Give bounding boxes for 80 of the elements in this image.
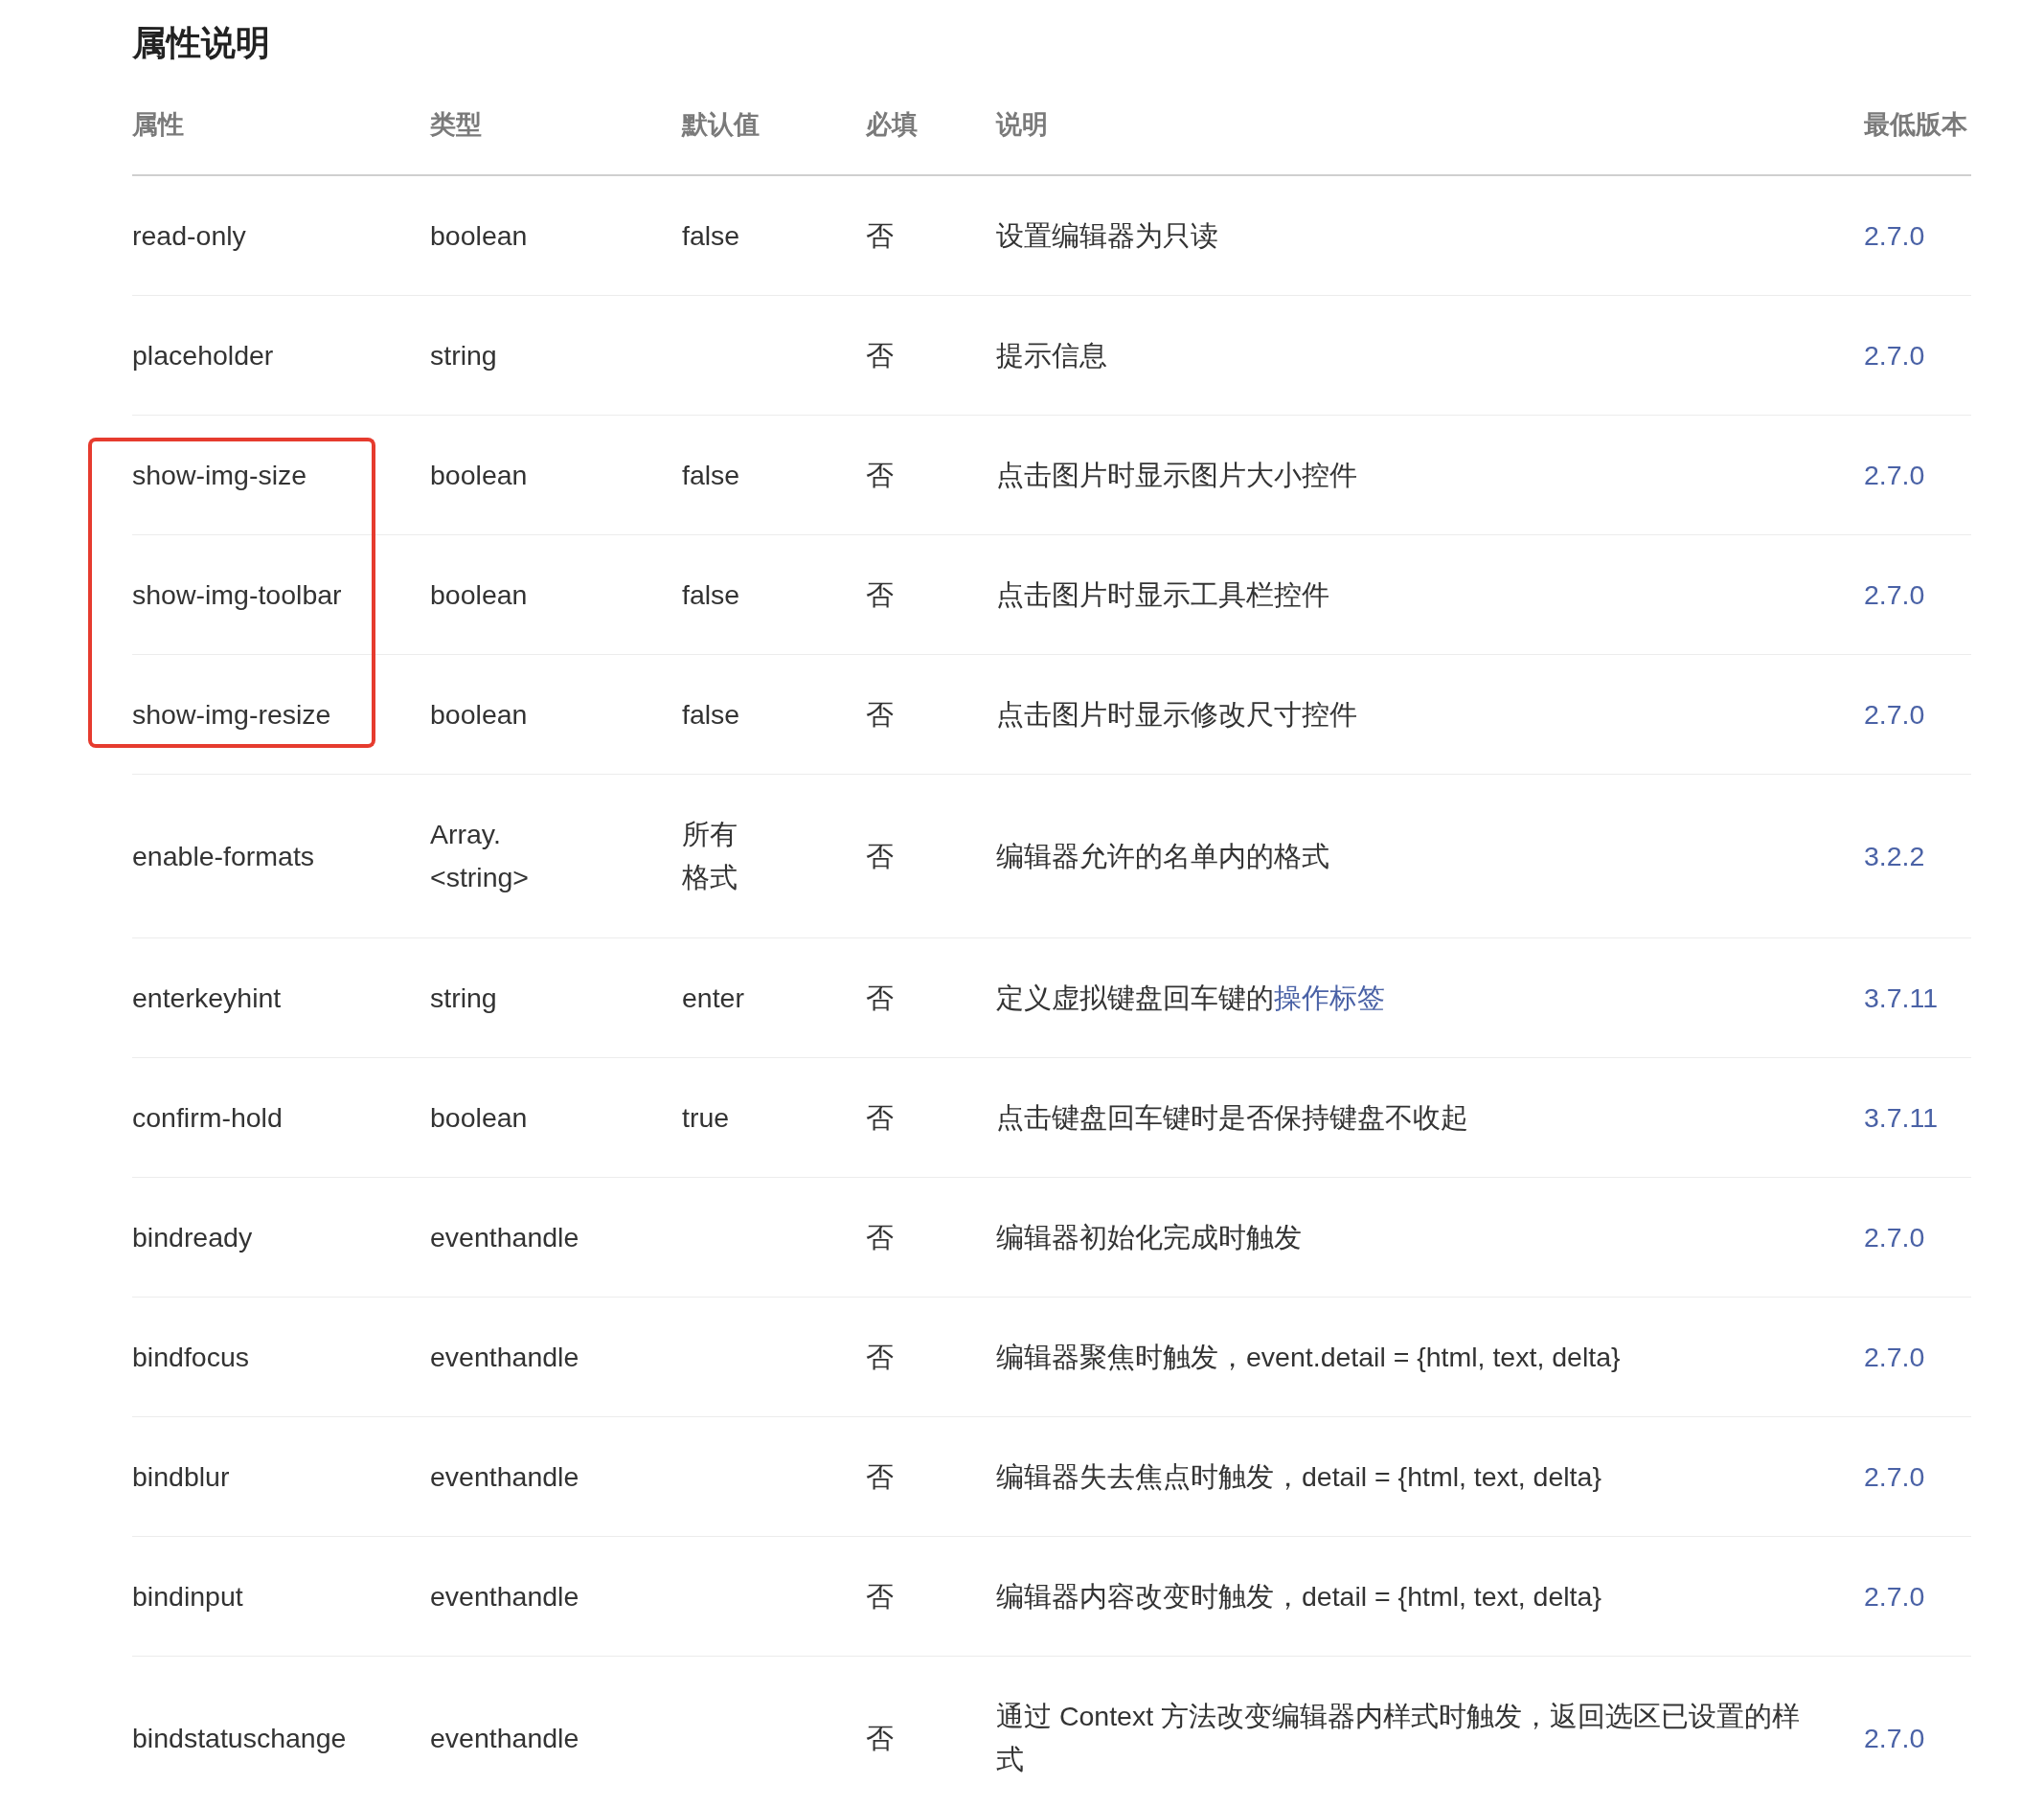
table-cell: 否 xyxy=(866,459,894,490)
table-cell: string xyxy=(430,339,497,371)
column-header: 最低版本 xyxy=(1864,109,1968,141)
table-cell: boolean xyxy=(430,698,528,730)
table-cell: 点击图片时显示修改尺寸控件 xyxy=(996,698,1357,730)
version-link[interactable]: 3.7.11 xyxy=(1864,982,1939,1013)
table-cell: 否 xyxy=(866,1722,894,1753)
table-cell-text: bindblur xyxy=(132,1459,230,1494)
table-cell-text: show-img-size xyxy=(132,458,307,492)
version-link[interactable]: 2.7.0 xyxy=(1864,1722,1925,1753)
table-cell: enter xyxy=(682,982,744,1013)
version-link[interactable]: 3.2.2 xyxy=(1864,840,1925,871)
table-cell: 否 xyxy=(866,1221,894,1253)
version-link[interactable]: 2.7.0 xyxy=(1864,219,1925,251)
section-title: 属性说明 xyxy=(132,22,271,64)
table-cell: false xyxy=(682,578,740,610)
version-link[interactable]: 2.7.0 xyxy=(1864,1341,1925,1372)
table-cell: 编辑器允许的名单内的格式 xyxy=(996,840,1329,871)
table-cell: 编辑器失去焦点时触发，detail = {html, text, delta} xyxy=(996,1460,1601,1492)
version-link[interactable]: 2.7.0 xyxy=(1864,1580,1925,1612)
table-cell: 通过 Context 方法改变编辑器内样式时触发，返回选区已设置的样式 xyxy=(996,1701,1801,1774)
table-cell: 否 xyxy=(866,982,894,1013)
version-link[interactable]: 2.7.0 xyxy=(1864,459,1925,490)
column-header: 类型 xyxy=(430,109,483,141)
table-cell: 点击图片时显示工具栏控件 xyxy=(996,578,1329,610)
table-cell: boolean xyxy=(430,1101,528,1133)
version-link[interactable]: 2.7.0 xyxy=(1864,339,1925,371)
table-cell: eventhandle xyxy=(430,1221,579,1253)
table-cell: 编辑器聚焦时触发，event.detail = {html, text, delta} xyxy=(996,1341,1621,1372)
table-cell: 否 xyxy=(866,840,894,871)
table-cell-text: enable-formats xyxy=(132,839,315,873)
table-cell-text: show-img-resize xyxy=(132,697,331,732)
table-cell: 否 xyxy=(866,339,894,371)
table-cell-text: bindstatuschange xyxy=(132,1721,347,1755)
table-cell-text: placeholder xyxy=(132,338,274,372)
table-cell: string xyxy=(430,982,497,1013)
table-cell: 设置编辑器为只读 xyxy=(996,219,1218,251)
table-cell: eventhandle xyxy=(430,1460,579,1492)
table-cell-text: enterkeyhint xyxy=(132,981,282,1015)
table-cell: 提示信息 xyxy=(996,339,1107,371)
column-header: 默认值 xyxy=(682,109,761,141)
version-link[interactable]: 2.7.0 xyxy=(1864,698,1925,730)
table-cell: boolean xyxy=(430,459,528,490)
table-cell-text: bindready xyxy=(132,1220,253,1254)
table-cell-text: show-img-toolbar xyxy=(132,577,342,612)
table-cell: Array.<string> xyxy=(430,819,529,892)
link[interactable]: 操作标签 xyxy=(1274,982,1385,1013)
table-cell: eventhandle xyxy=(430,1722,579,1753)
table-cell: eventhandle xyxy=(430,1580,579,1612)
version-link[interactable]: 2.7.0 xyxy=(1864,578,1925,610)
version-link[interactable]: 3.7.11 xyxy=(1864,1101,1939,1133)
table-cell: false xyxy=(682,459,740,490)
table-cell: 点击图片时显示图片大小控件 xyxy=(996,459,1357,490)
table-cell-text: read-only xyxy=(132,218,246,253)
version-link[interactable]: 2.7.0 xyxy=(1864,1460,1925,1492)
table-cell: 否 xyxy=(866,219,894,251)
table-cell-text: confirm-hold xyxy=(132,1100,283,1135)
table-cell: 定义虚拟键盘回车键的操作标签 xyxy=(996,982,1385,1013)
table-cell: false xyxy=(682,219,740,251)
table-cell: false xyxy=(682,698,740,730)
table-cell: boolean xyxy=(430,578,528,610)
table-cell: 点击键盘回车键时是否保持键盘不收起 xyxy=(996,1101,1468,1133)
table-cell: 否 xyxy=(866,1460,894,1492)
table-cell: boolean xyxy=(430,219,528,251)
table-cell: eventhandle xyxy=(430,1341,579,1372)
table-cell: 编辑器初始化完成时触发 xyxy=(996,1221,1302,1253)
table-cell-text: bindinput xyxy=(132,1579,243,1614)
table-cell: 否 xyxy=(866,1341,894,1372)
column-header: 属性 xyxy=(132,109,185,141)
table-cell: 否 xyxy=(866,698,894,730)
table-cell: 否 xyxy=(866,578,894,610)
table-cell: 否 xyxy=(866,1101,894,1133)
column-header: 必填 xyxy=(866,109,919,141)
table-cell: 编辑器内容改变时触发，detail = {html, text, delta} xyxy=(996,1580,1601,1612)
table-cell: true xyxy=(682,1101,730,1133)
table-cell: 所有格式 xyxy=(682,819,738,892)
table-cell-text: bindfocus xyxy=(132,1340,249,1374)
version-link[interactable]: 2.7.0 xyxy=(1864,1221,1925,1253)
column-header: 说明 xyxy=(996,109,1049,141)
table-cell: 否 xyxy=(866,1580,894,1612)
